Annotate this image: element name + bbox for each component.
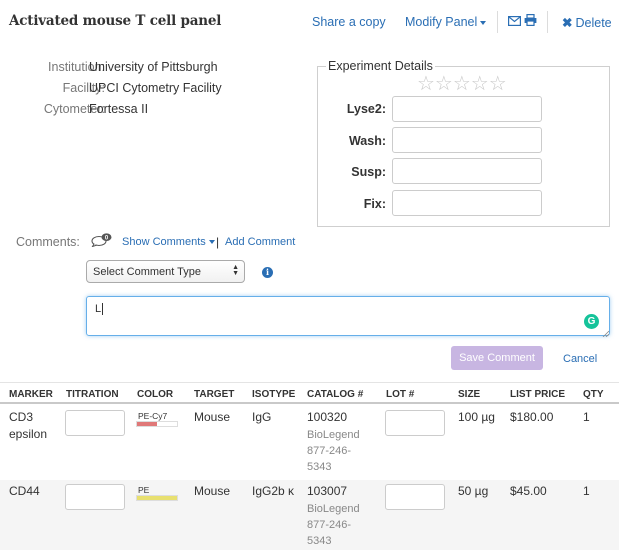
lyse2-input[interactable] xyxy=(392,96,542,122)
qty-cell: 1 xyxy=(583,484,590,498)
isotype-cell: IgG xyxy=(252,410,272,424)
isotype-cell: IgG2b κ xyxy=(252,484,295,498)
lot-input[interactable] xyxy=(385,410,445,436)
catalog-cell: 103007 xyxy=(307,484,348,498)
titration-input[interactable] xyxy=(65,484,125,510)
vendor-cell: BioLegend xyxy=(307,503,360,515)
separator xyxy=(547,11,548,33)
col-catalog: CATALOG # xyxy=(307,389,364,400)
fix-input[interactable] xyxy=(392,190,542,216)
marker-cell: CD44 xyxy=(9,484,40,498)
col-target: TARGET xyxy=(194,389,235,400)
target-cell: Mouse xyxy=(194,410,231,424)
titration-input[interactable] xyxy=(65,410,125,436)
susp-input[interactable] xyxy=(392,158,542,184)
close-icon: ✖ xyxy=(562,16,573,30)
size-cell: 100 µg xyxy=(458,410,495,424)
page-title: Activated mouse T cell panel xyxy=(9,13,222,29)
grammarly-icon[interactable]: G xyxy=(584,314,599,329)
color-label: PE-Cy7 xyxy=(138,411,168,421)
show-comments-label: Show Comments xyxy=(122,236,206,248)
modify-panel-dropdown[interactable]: Modify Panel xyxy=(405,15,487,29)
price-cell: $180.00 xyxy=(510,410,554,424)
add-comment-link[interactable]: Add Comment xyxy=(225,236,295,248)
rating-stars[interactable]: ☆☆☆☆☆ xyxy=(417,71,507,96)
wash-input[interactable] xyxy=(392,127,542,153)
facility-value: UPCI Cytometry Facility xyxy=(89,81,222,95)
modify-panel-label: Modify Panel xyxy=(405,15,478,29)
envelope-icon[interactable] xyxy=(508,15,522,29)
vendor-phone: 877-246-5343 xyxy=(307,519,352,547)
color-swatch xyxy=(136,495,178,501)
institution-value: University of Pittsburgh xyxy=(89,60,218,74)
delete-button[interactable]: ✖ Delete xyxy=(562,15,612,30)
comment-type-select[interactable]: Select Comment Type ▲ ▼ xyxy=(86,260,245,283)
separator xyxy=(497,11,498,33)
caret-down-icon xyxy=(208,240,215,245)
col-color: COLOR xyxy=(137,389,174,400)
save-comment-button[interactable]: Save Comment xyxy=(451,346,543,370)
text-cursor xyxy=(102,303,104,316)
comment-textarea[interactable]: L xyxy=(86,296,610,336)
table-header: MARKER TITRATION COLOR TARGET ISOTYPE CA… xyxy=(0,382,619,404)
info-icon[interactable]: i xyxy=(262,267,273,278)
cancel-link[interactable]: Cancel xyxy=(563,353,597,365)
comment-bubble-icon: 0 xyxy=(91,233,115,250)
vendor-cell: BioLegend xyxy=(307,429,360,441)
price-cell: $45.00 xyxy=(510,484,547,498)
cytometer-value: Fortessa II xyxy=(89,102,149,116)
col-list-price: LIST PRICE xyxy=(510,389,566,400)
col-isotype: ISOTYPE xyxy=(252,389,296,400)
lyse2-label: Lyse2: xyxy=(346,102,386,116)
col-marker: MARKER xyxy=(9,389,53,400)
color-label: PE xyxy=(138,485,150,495)
lot-input[interactable] xyxy=(385,484,445,510)
col-size: SIZE xyxy=(458,389,481,400)
qty-cell: 1 xyxy=(583,410,590,424)
printer-icon[interactable] xyxy=(524,14,537,29)
delete-label: Delete xyxy=(575,16,612,30)
vendor-phone: 877-246-5343 xyxy=(307,445,352,473)
share-copy-link[interactable]: Share a copy xyxy=(312,15,386,29)
size-cell: 50 µg xyxy=(458,484,489,498)
comment-type-value: Select Comment Type xyxy=(93,266,202,278)
table-row: CD3 epsilon PE-Cy7 Mouse IgG 100320 BioL… xyxy=(0,406,619,480)
catalog-cell: 100320 xyxy=(307,410,348,424)
color-swatch xyxy=(136,421,178,427)
col-lot: LOT # xyxy=(386,389,415,400)
show-comments-dropdown[interactable]: Show Comments xyxy=(122,236,215,248)
link-separator: | xyxy=(216,235,220,249)
select-arrows-icon: ▲ ▼ xyxy=(232,264,239,277)
resize-grip-icon[interactable] xyxy=(602,326,610,338)
col-titration: TITRATION xyxy=(66,389,119,400)
fix-label: Fix: xyxy=(363,197,386,211)
table-row: CD44 PE Mouse IgG2b κ 103007 BioLegend 8… xyxy=(0,480,619,550)
susp-label: Susp: xyxy=(351,165,386,179)
target-cell: Mouse xyxy=(194,484,231,498)
col-qty: QTY xyxy=(583,389,604,400)
caret-down-icon xyxy=(480,20,487,25)
wash-label: Wash: xyxy=(348,134,386,148)
marker-cell: CD3 epsilon xyxy=(9,410,48,441)
comment-text: L xyxy=(95,303,102,315)
comments-label: Comments: xyxy=(16,235,80,249)
